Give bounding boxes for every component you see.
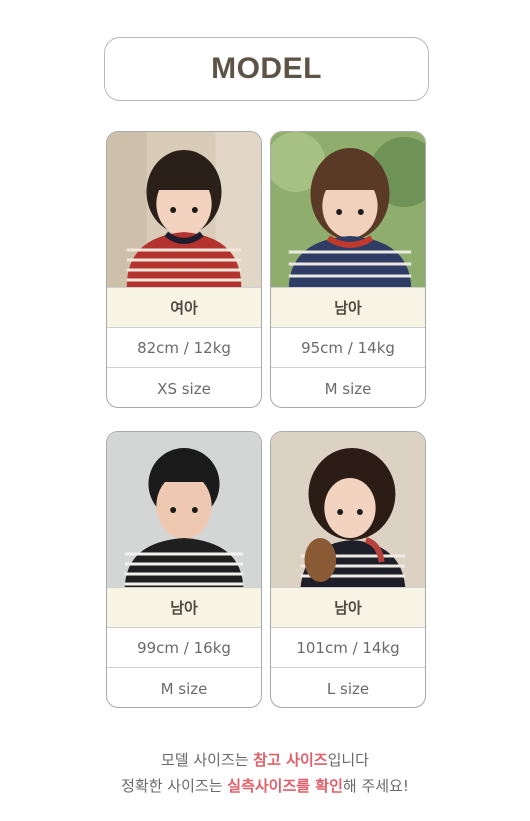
model-photo [107,432,261,587]
model-photo [271,432,425,587]
size-note-line-1: 모델 사이즈는 참고 사이즈입니다 [0,749,530,770]
model-card: 남아 95cm / 14kg M size [270,131,426,408]
gender-label: 남아 [271,587,425,627]
model-size: L size [271,667,425,707]
note-text: 해 주세요! [342,777,409,795]
height-weight: 101cm / 14kg [271,627,425,667]
model-photo [271,132,425,287]
model-size: M size [107,667,261,707]
note-highlight: 실측사이즈를 확인 [227,777,343,795]
gender-label: 남아 [107,587,261,627]
note-highlight: 참고 사이즈 [253,751,328,769]
model-title-box: MODEL [104,37,429,101]
gender-label: 여아 [107,287,261,327]
note-text: 모델 사이즈는 [161,751,254,769]
model-size: M size [271,367,425,407]
height-weight: 95cm / 14kg [271,327,425,367]
model-size: XS size [107,367,261,407]
model-photo [107,132,261,287]
note-text: 입니다 [327,751,369,769]
page-title: MODEL [211,52,322,85]
model-card: 남아 101cm / 14kg L size [270,431,426,708]
height-weight: 99cm / 16kg [107,627,261,667]
gender-label: 남아 [271,287,425,327]
model-card: 남아 99cm / 16kg M size [106,431,262,708]
size-note-line-2: 정확한 사이즈는 실측사이즈를 확인해 주세요! [0,775,530,796]
note-text: 정확한 사이즈는 [121,777,228,795]
height-weight: 82cm / 12kg [107,327,261,367]
model-card: 여아 82cm / 12kg XS size [106,131,262,408]
